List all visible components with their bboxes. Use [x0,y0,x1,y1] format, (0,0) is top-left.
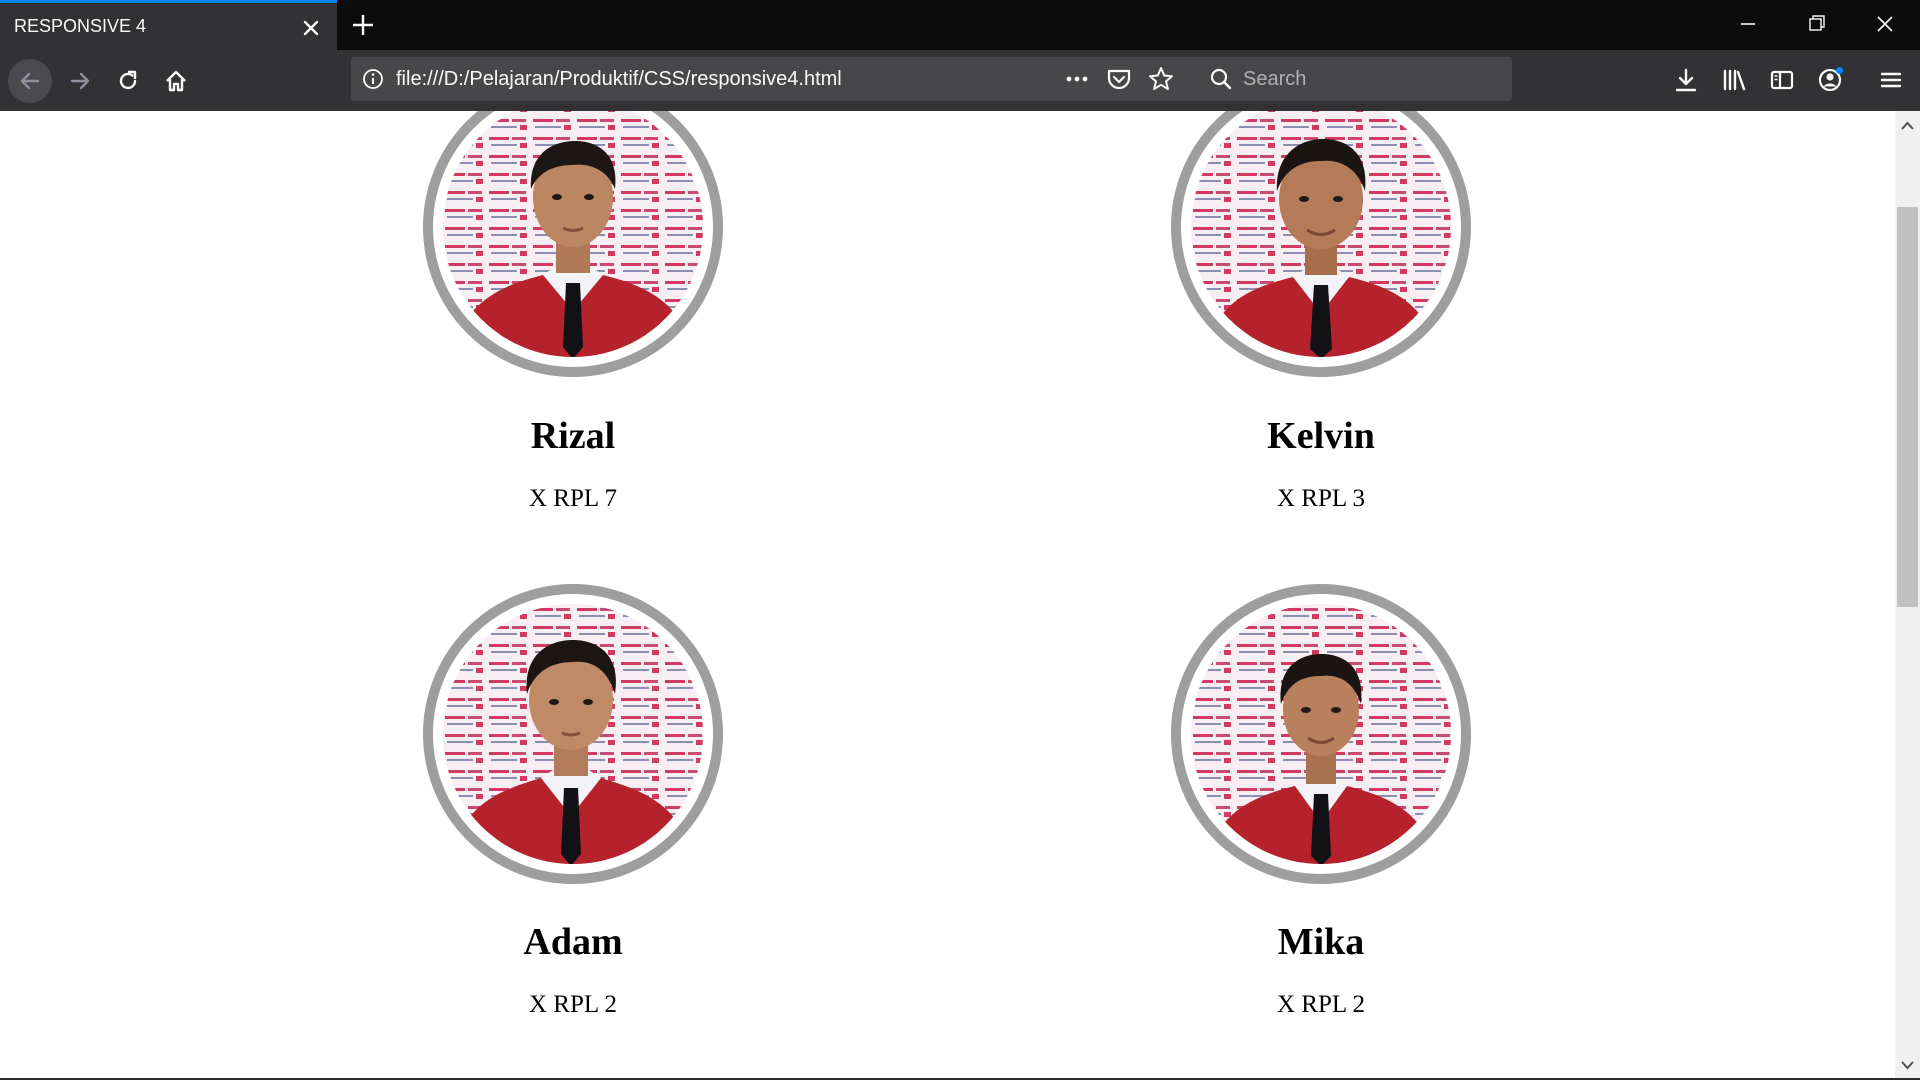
sidebar-icon[interactable] [1762,60,1802,100]
student-photo [443,111,703,357]
bookmark-star-icon[interactable] [1146,65,1176,93]
page-actions-icon[interactable] [1062,65,1092,93]
student-name: Adam [523,921,623,963]
student-photo-frame [1171,111,1471,377]
student-photo-frame [423,584,723,884]
search-icon [1209,67,1233,91]
pocket-icon[interactable] [1104,65,1134,93]
tab-strip: RESPONSIVE 4 [0,0,1920,50]
vertical-scrollbar[interactable] [1895,111,1920,1078]
scroll-down-arrow-icon[interactable] [1895,1054,1920,1076]
scrollbar-thumb[interactable] [1897,207,1918,607]
downloads-icon[interactable] [1666,60,1706,100]
student-photo [1191,604,1451,864]
minimize-icon[interactable] [1726,8,1770,40]
close-tab-icon[interactable] [298,15,324,41]
student-photo-frame [1171,584,1471,884]
student-photo [443,604,703,864]
student-name: Mika [1277,921,1365,963]
url-text[interactable]: file:///D:/Pelajaran/Produktif/CSS/respo… [396,68,842,91]
student-class: X RPL 7 [529,485,617,512]
tab-title: RESPONSIVE 4 [14,16,147,36]
page-content: Rizal X RPL 7 Kelvin X RPL 3 Adam X RPL … [0,111,1895,1078]
scroll-up-arrow-icon[interactable] [1895,115,1920,137]
reload-icon[interactable] [106,59,150,103]
new-tab-icon[interactable] [348,10,378,40]
student-class: X RPL 2 [1277,991,1365,1018]
back-icon[interactable] [8,59,52,103]
account-icon[interactable] [1811,60,1851,100]
restore-icon[interactable] [1794,8,1838,40]
search-bar[interactable] [1199,57,1512,101]
home-icon[interactable] [154,59,198,103]
student-photo [1191,111,1451,357]
student-name: Rizal [530,415,616,457]
tab-active[interactable]: RESPONSIVE 4 [0,0,337,50]
library-icon[interactable] [1714,60,1754,100]
menu-icon[interactable] [1871,60,1911,100]
student-photo-frame [423,111,723,377]
forward-icon[interactable] [58,59,102,103]
student-class: X RPL 3 [1277,485,1365,512]
search-input[interactable] [1243,57,1503,101]
site-info-icon[interactable] [361,67,385,91]
student-name: Kelvin [1267,415,1375,457]
student-class: X RPL 2 [529,991,617,1018]
close-window-icon[interactable] [1863,8,1907,40]
